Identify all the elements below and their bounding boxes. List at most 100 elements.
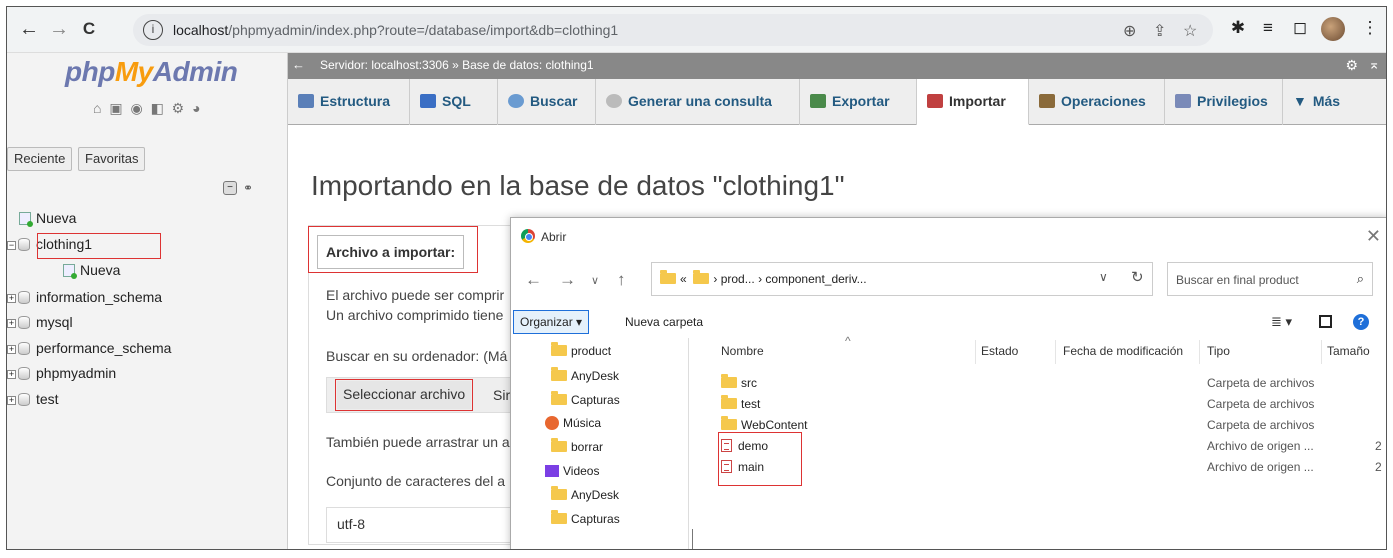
profile-avatar[interactable] bbox=[1321, 17, 1345, 41]
file-list: ^ Nombre Estado Fecha de modificación Ti… bbox=[695, 334, 1386, 549]
tab-more[interactable]: ▼ Más bbox=[1283, 79, 1361, 125]
reload-button[interactable]: C bbox=[77, 16, 101, 42]
path-overflow[interactable]: « bbox=[680, 272, 687, 286]
drag-drop-text: También puede arrastrar un a bbox=[326, 434, 510, 450]
zoom-icon[interactable]: ⊕ bbox=[1123, 21, 1136, 41]
collapse-nav-icon[interactable]: ← bbox=[292, 57, 305, 72]
tab-sql[interactable]: SQL bbox=[410, 79, 498, 125]
column-separator[interactable] bbox=[1055, 340, 1056, 364]
link-with-main-icon[interactable]: ⚭ bbox=[243, 181, 253, 195]
nav-item-capturas[interactable]: Capturas bbox=[551, 391, 620, 407]
reading-list-icon[interactable]: ≡ bbox=[1257, 18, 1279, 38]
folder-icon bbox=[660, 270, 676, 284]
forward-arrow-icon[interactable]: → bbox=[559, 270, 576, 290]
file-type: Carpeta de archivos bbox=[1207, 376, 1315, 390]
nav-pane-scrollbar[interactable] bbox=[692, 529, 693, 549]
export-icon bbox=[810, 94, 826, 108]
file-row-src[interactable]: src bbox=[721, 374, 757, 390]
tab-recent[interactable]: Reciente bbox=[7, 147, 73, 171]
tab-structure[interactable]: Estructura bbox=[288, 79, 410, 125]
tree-item-test[interactable]: + test bbox=[7, 391, 59, 407]
tree-item-new-table[interactable]: Nueva bbox=[63, 262, 120, 279]
nav-item-anydesk[interactable]: AnyDesk bbox=[551, 367, 619, 383]
nav-item-borrar[interactable]: borrar bbox=[551, 438, 603, 454]
column-separator[interactable] bbox=[1321, 340, 1322, 364]
tree-item-new-db[interactable]: Nueva bbox=[19, 210, 76, 227]
tree-item-phpmyadmin[interactable]: + phpmyadmin bbox=[7, 365, 116, 381]
nav-item-capturas-2[interactable]: Capturas bbox=[551, 510, 620, 526]
column-header-name[interactable]: Nombre bbox=[721, 344, 764, 358]
column-header-status[interactable]: Estado bbox=[981, 344, 1018, 358]
menu-icon[interactable]: ⋮ bbox=[1359, 18, 1381, 38]
column-header-size[interactable]: Tamaño bbox=[1327, 344, 1370, 358]
up-arrow-icon[interactable]: ↑ bbox=[617, 270, 626, 290]
tree-item-performance-schema[interactable]: + performance_schema bbox=[7, 340, 171, 356]
nav-item-videos[interactable]: Videos bbox=[545, 464, 599, 478]
tab-search[interactable]: Buscar bbox=[498, 79, 596, 125]
view-options-icon[interactable]: ≣ ▾ bbox=[1271, 314, 1292, 330]
nav-item-music[interactable]: Música bbox=[545, 416, 601, 430]
address-bar[interactable]: i localhost/phpmyadmin/index.php?route=/… bbox=[133, 14, 1213, 46]
help-icon[interactable]: ? bbox=[1353, 314, 1369, 330]
nav-item-product[interactable]: product bbox=[551, 342, 611, 358]
forward-button[interactable]: → bbox=[47, 16, 71, 42]
column-separator[interactable] bbox=[1199, 340, 1200, 364]
collapse-all-icon[interactable]: − bbox=[223, 181, 237, 195]
navigation-pane: product AnyDesk Capturas Música borrar V… bbox=[511, 338, 689, 549]
tab-privileges[interactable]: Privilegios bbox=[1165, 79, 1283, 125]
extensions-icon[interactable]: ✱ bbox=[1227, 18, 1249, 38]
file-type: Archivo de origen ... bbox=[1207, 460, 1314, 474]
refresh-icon[interactable]: ↻ bbox=[1131, 268, 1144, 286]
tab-import[interactable]: Importar bbox=[917, 79, 1029, 125]
collapse-top-icon[interactable]: ⌅ bbox=[1368, 56, 1380, 73]
path-segment-current[interactable]: component_deriv... bbox=[765, 272, 866, 286]
tree-item-mysql[interactable]: + mysql bbox=[7, 314, 73, 330]
bookmark-star-icon[interactable]: ☆ bbox=[1183, 21, 1197, 41]
video-icon bbox=[545, 465, 559, 477]
share-icon[interactable]: ⇪ bbox=[1153, 21, 1166, 41]
organize-button[interactable]: Organizar ▾ bbox=[513, 310, 590, 334]
database-icon bbox=[18, 367, 30, 380]
file-row-webcontent[interactable]: WebContent bbox=[721, 416, 808, 432]
caret-down-icon: ▼ bbox=[1293, 93, 1307, 109]
recent-locations-icon[interactable]: ∨ bbox=[591, 274, 599, 287]
privileges-icon bbox=[1175, 94, 1191, 108]
wrench-icon bbox=[1039, 94, 1055, 108]
breadcrumb-server[interactable]: Servidor: localhost:3306 bbox=[320, 58, 449, 72]
column-separator[interactable] bbox=[975, 340, 976, 364]
database-icon bbox=[18, 316, 30, 329]
settings-gear-icon[interactable]: ⚙ bbox=[1345, 57, 1358, 74]
back-arrow-icon[interactable]: ← bbox=[525, 270, 542, 290]
tab-query[interactable]: Generar una consulta bbox=[596, 79, 800, 125]
new-folder-button[interactable]: Nueva carpeta bbox=[625, 315, 703, 329]
side-panel-icon[interactable]: ◻ bbox=[1289, 18, 1311, 38]
compression-info-line2: Un archivo comprimido tiene bbox=[326, 307, 504, 323]
address-path[interactable]: « › prod... › component_deriv... bbox=[651, 262, 1153, 296]
open-file-dialog: Abrir ✕ ← → ∨ ↑ « › prod... › component_… bbox=[510, 217, 1386, 549]
close-icon[interactable]: ✕ bbox=[1366, 226, 1381, 247]
screenshot-frame: ← → C i localhost/phpmyadmin/index.php?r… bbox=[6, 6, 1387, 550]
column-header-date[interactable]: Fecha de modificación bbox=[1063, 344, 1183, 358]
search-input[interactable]: Buscar en final product ⌕ bbox=[1167, 262, 1373, 296]
tab-operations[interactable]: Operaciones bbox=[1029, 79, 1165, 125]
nav-quick-icons[interactable]: ⌂ ▣ ◉ ◧ ⚙ ◕ bbox=[93, 100, 203, 117]
folder-icon bbox=[693, 270, 710, 284]
tab-favorites[interactable]: Favoritas bbox=[78, 147, 146, 171]
nav-item-anydesk-2[interactable]: AnyDesk bbox=[551, 486, 619, 502]
site-info-icon[interactable]: i bbox=[143, 20, 163, 40]
back-button[interactable]: ← bbox=[17, 16, 41, 42]
path-segment-prod[interactable]: prod... bbox=[721, 272, 755, 286]
main-tabs: Estructura SQL Buscar Generar una consul… bbox=[288, 79, 1386, 125]
phpmyadmin-logo[interactable]: phpMyAdmin bbox=[65, 56, 238, 88]
charset-label: Conjunto de caracteres del a bbox=[326, 473, 505, 489]
file-row-test[interactable]: test bbox=[721, 395, 760, 411]
column-header-type[interactable]: Tipo bbox=[1207, 344, 1230, 358]
folder-icon bbox=[551, 391, 567, 405]
query-icon bbox=[606, 94, 622, 108]
preview-pane-icon[interactable] bbox=[1319, 315, 1332, 328]
tree-item-information-schema[interactable]: + information_schema bbox=[7, 289, 162, 305]
folder-icon bbox=[721, 395, 737, 409]
path-dropdown-icon[interactable]: ∨ bbox=[1099, 270, 1108, 284]
breadcrumb-database[interactable]: Base de datos: clothing1 bbox=[462, 58, 593, 72]
tab-export[interactable]: Exportar bbox=[800, 79, 917, 125]
